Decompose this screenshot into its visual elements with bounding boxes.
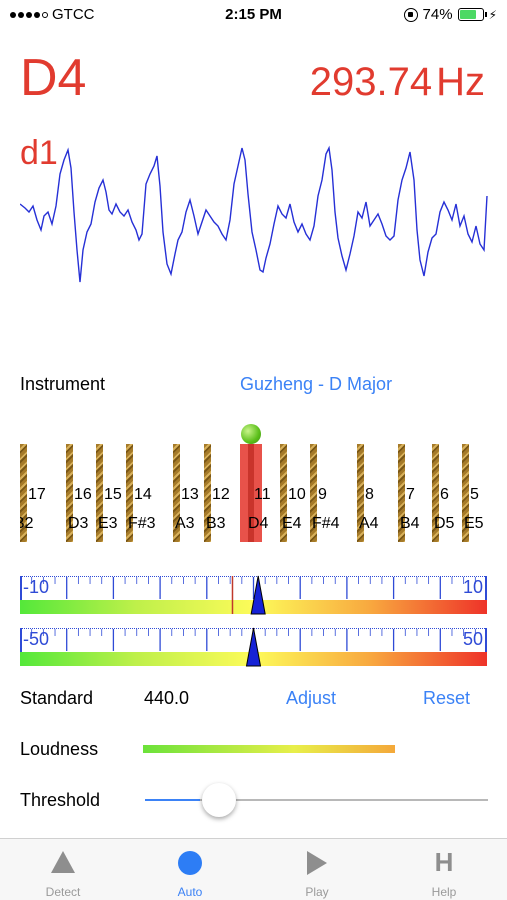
threshold-slider-fill [145,799,200,801]
string-note: D5 [434,515,455,532]
string-number: 15 [104,486,122,503]
detected-note: D4 [20,49,87,107]
tab-play-label: Play [305,885,329,899]
threshold-label: Threshold [20,790,101,810]
string-number: 13 [181,486,199,503]
string-number: 10 [288,486,306,503]
instrument-selector[interactable]: Guzheng - D Major [240,374,392,395]
fine-meter-needle [231,575,266,615]
string-note: D3 [68,515,89,532]
standard-label: Standard [20,688,94,708]
string-note: E3 [98,515,118,532]
string-note: B3 [206,515,226,532]
string-note: F#4 [312,515,340,532]
string-note: E5 [464,515,484,532]
help-h-icon: H [434,847,454,877]
tab-bar: Detect Auto Play H Help [0,838,507,900]
detected-frequency: 293.74 Hz [310,60,485,105]
string-number: 6 [440,486,449,503]
coarse-meter-needle [245,627,262,667]
instrument-row: Instrument Guzheng - D Major [20,374,490,398]
standard-row: Standard 440.0 Adjust Reset [20,688,490,712]
string-number: 12 [212,486,230,503]
tab-auto-label: Auto [177,885,203,899]
string-note: E4 [282,515,302,532]
active-string-indicator [241,424,261,444]
tab-auto[interactable]: Auto [127,839,253,900]
circle-icon [178,851,202,875]
orientation-lock-icon [403,7,418,22]
battery-percent: 74% [422,6,453,23]
threshold-row: Threshold [20,783,490,817]
loudness-meter [143,745,395,753]
fine-tuning-meter: -10 10 [20,575,487,615]
string-number: 7 [406,486,415,503]
tab-play[interactable]: Play [254,839,380,900]
meter-needle-triangle [245,627,262,667]
string-selector[interactable]: 17 B2 16 D3 15 E3 14 F#3 13 A3 12 B3 11 D4 10 E4 9 F#4 8 A4… [20,424,487,542]
string-note: F#3 [128,515,156,532]
standard-value: 440.0 [144,688,190,708]
threshold-slider[interactable] [145,783,488,817]
string-number: 8 [365,486,374,503]
meter-needle-triangle [250,575,266,615]
tab-help[interactable]: H Help [381,839,507,900]
string-number: 9 [318,486,327,503]
battery-icon [457,8,487,21]
loudness-label: Loudness [20,739,99,759]
frequency-unit: Hz [436,60,485,104]
string-note: B2 [20,515,34,532]
string-number: 11 [254,486,271,503]
reset-button[interactable]: Reset [423,688,470,709]
coarse-tuning-meter: -50 50 [20,627,487,667]
waveform-display [20,145,488,283]
play-icon [307,851,327,875]
triangle-up-icon [51,851,75,873]
frequency-value: 293.74 [309,60,433,104]
string-number: 17 [28,486,46,503]
status-bar: GTCC 2:15 PM 74% ⚡ [0,0,507,28]
instrument-label: Instrument [20,374,106,394]
string-note: A4 [359,515,379,532]
tab-detect-label: Detect [45,885,81,899]
string-number: 16 [74,486,92,503]
string-number: 14 [134,486,152,503]
tab-help-label: Help [431,885,457,899]
waveform-line [20,145,488,283]
string-number: 5 [470,486,479,503]
string-note: D4 [248,515,269,532]
status-right: 74% ⚡ [403,6,497,23]
string-note: B4 [400,515,420,532]
charging-icon: ⚡ [488,7,497,22]
threshold-slider-knob[interactable] [201,783,236,817]
tab-detect[interactable]: Detect [0,839,126,900]
loudness-row: Loudness [20,739,490,763]
string-note: A3 [175,515,195,532]
adjust-button[interactable]: Adjust [286,688,336,709]
